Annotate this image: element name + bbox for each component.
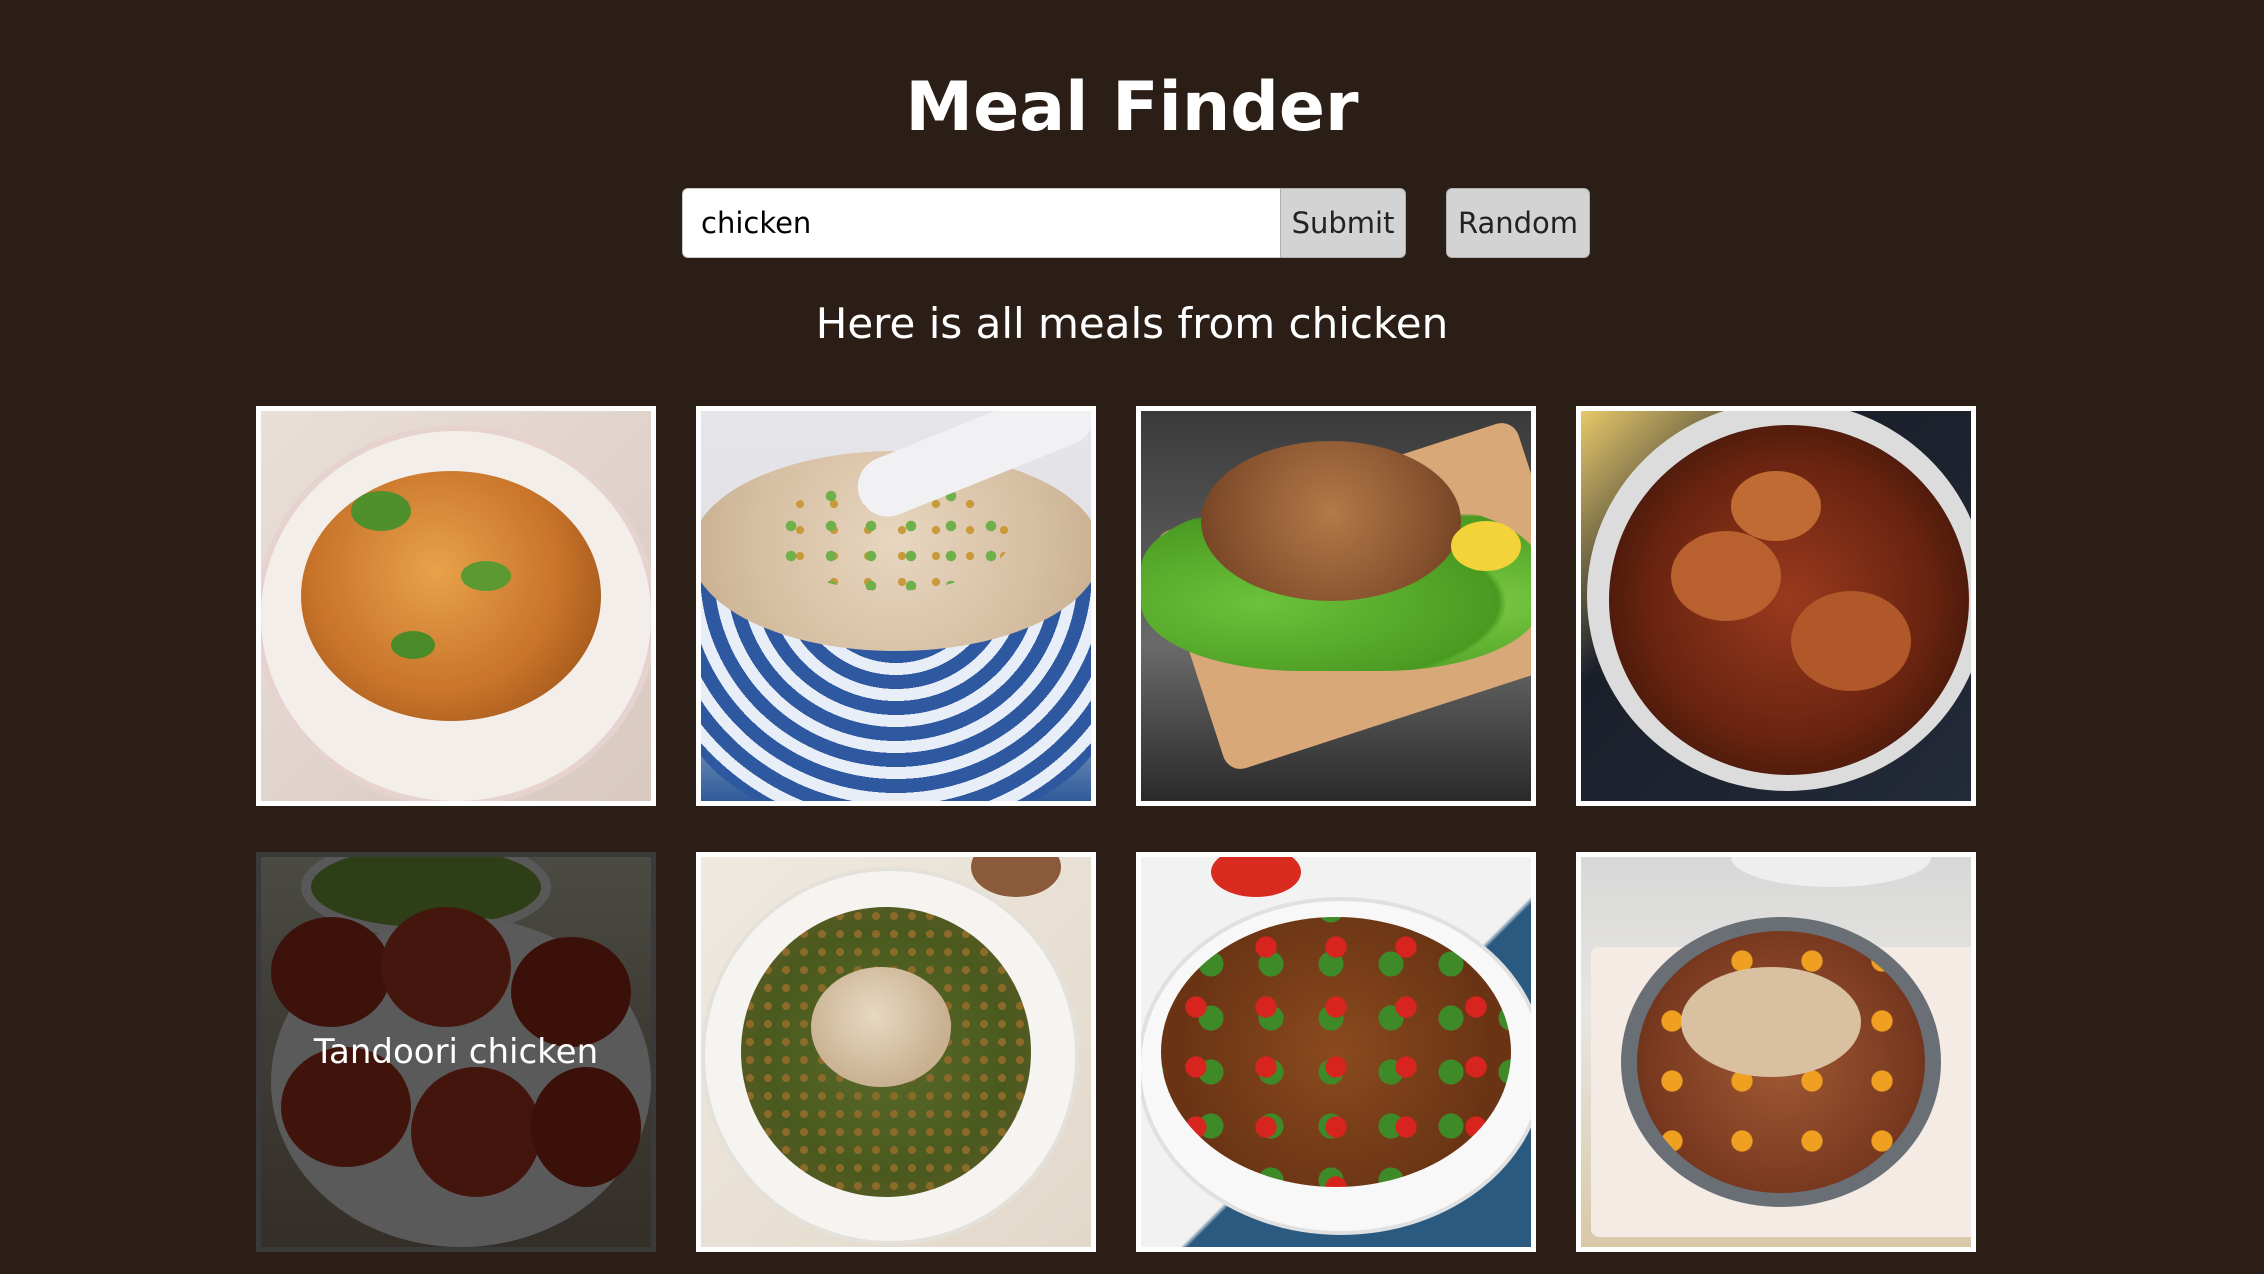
couscous-chicken-image bbox=[701, 857, 1091, 1247]
chicken-pot-image bbox=[1581, 411, 1971, 801]
congee-bowl-image bbox=[701, 411, 1091, 801]
search-row: Submit Random bbox=[682, 188, 1590, 258]
meal-title: Tandoori chicken bbox=[313, 1032, 599, 1072]
meals-grid: Tandoori chicken bbox=[256, 406, 1976, 1252]
meal-card[interactable] bbox=[696, 406, 1096, 806]
meal-finder-page: Meal Finder Submit Random Here is all me… bbox=[0, 0, 2264, 1274]
curry-dish-image bbox=[261, 411, 651, 801]
meal-info-overlay: Tandoori chicken bbox=[261, 857, 651, 1247]
meal-card[interactable] bbox=[256, 406, 656, 806]
chicken-casserole-image bbox=[1581, 857, 1971, 1247]
meal-card[interactable] bbox=[1576, 852, 1976, 1252]
meal-card[interactable]: Tandoori chicken bbox=[256, 852, 656, 1252]
results-heading: Here is all meals from chicken bbox=[815, 299, 1449, 348]
submit-button[interactable]: Submit bbox=[1280, 188, 1406, 258]
chicken-salad-image bbox=[1141, 857, 1531, 1247]
search-input[interactable] bbox=[682, 188, 1280, 258]
page-title: Meal Finder bbox=[905, 68, 1359, 147]
fried-chicken-board-image bbox=[1141, 411, 1531, 801]
meal-card[interactable] bbox=[1136, 852, 1536, 1252]
meal-card[interactable] bbox=[1136, 406, 1536, 806]
meal-card[interactable] bbox=[696, 852, 1096, 1252]
search-form: Submit bbox=[682, 188, 1406, 258]
random-button[interactable]: Random bbox=[1446, 188, 1590, 258]
meal-card[interactable] bbox=[1576, 406, 1976, 806]
